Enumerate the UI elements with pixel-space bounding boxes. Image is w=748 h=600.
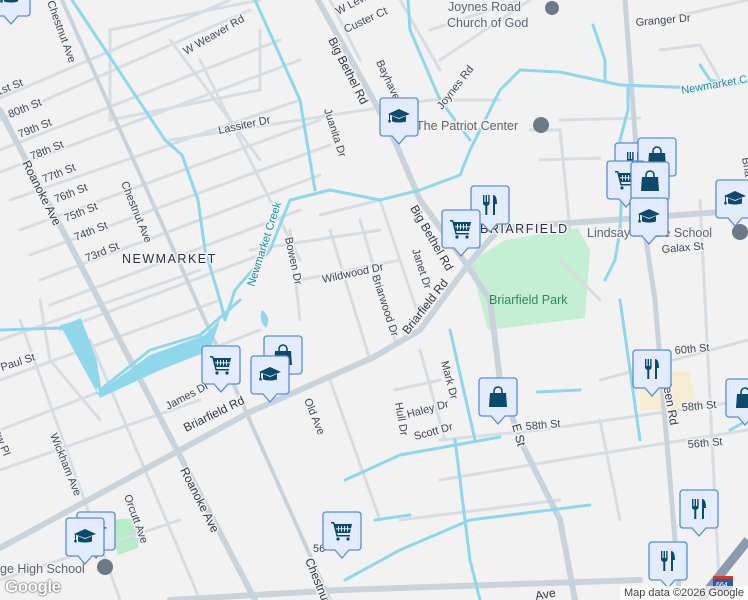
map-marker-shopping[interactable] [725, 378, 748, 426]
road-label: 60th St [674, 342, 710, 357]
map-attribution[interactable]: Map data ©2026 Google [619, 586, 748, 600]
google-logo[interactable]: Google [5, 577, 61, 597]
road-label: Old Ave [301, 397, 326, 437]
map-marker-school[interactable] [379, 97, 419, 145]
poi-church-line2[interactable]: Church of God [446, 15, 530, 32]
poi-church-line1[interactable]: Joynes Road [447, 0, 523, 16]
road-label: Bria [739, 156, 748, 178]
map-marker-grocery[interactable] [322, 511, 362, 559]
road-label: Galax St [661, 240, 704, 256]
school-poi-icon [533, 117, 549, 133]
map-marker-school[interactable] [0, 0, 31, 25]
road-label: 80th St [7, 97, 44, 121]
area-label-newmarket: NEWMARKET [122, 252, 217, 266]
road-label: Hull Dr [392, 401, 410, 437]
road-label: James Dr [164, 380, 211, 413]
road-label: Juanita Dr [321, 107, 348, 159]
road-label: Haley Dr [406, 398, 451, 421]
road-label: Janet Dr [409, 247, 433, 291]
map-canvas[interactable]: NEWMARKET BRIARFIELD Briarfield Park Joy… [0, 0, 748, 600]
road-label: 75th St [63, 201, 100, 225]
park-label[interactable]: Briarfield Park [489, 293, 568, 307]
road-label: Paul St [0, 351, 37, 373]
road-label: Granger Dr [635, 12, 691, 29]
road-label: 74th St [73, 220, 110, 244]
poi-patriot-center[interactable]: The Patriot Center [415, 118, 520, 135]
road-label: 76th St [53, 182, 90, 206]
poi-high-school[interactable]: ge High School [0, 561, 86, 578]
map-marker-restaurant[interactable] [648, 541, 688, 589]
road-label: 58th St [525, 418, 561, 433]
road-label: Andrew Pl [0, 407, 12, 458]
creek-label: Newmarket Creek [245, 200, 284, 288]
road-label: Lassiter Dr [217, 114, 272, 137]
minor-roads [0, 0, 748, 600]
school-poi-icon [97, 559, 113, 575]
road-label: Briarwood Dr [369, 273, 400, 338]
church-icon [545, 1, 559, 15]
map-marker-grocery[interactable] [441, 209, 481, 257]
road-label: 73rd St [84, 240, 121, 264]
road-label: Ave [534, 586, 557, 600]
road-label: Roanoke Ave [177, 465, 222, 535]
map-marker-school[interactable] [715, 179, 748, 227]
creek-label: Newmarket C [680, 74, 748, 97]
road-label: 56th St [687, 436, 723, 451]
road-label: Chestnut Ave [44, 0, 78, 64]
map-marker-restaurant[interactable] [679, 489, 719, 537]
road-label: 78th St [29, 139, 66, 163]
school-poi-icon [732, 224, 748, 240]
road-label: Big Bethel Rd [325, 35, 371, 107]
